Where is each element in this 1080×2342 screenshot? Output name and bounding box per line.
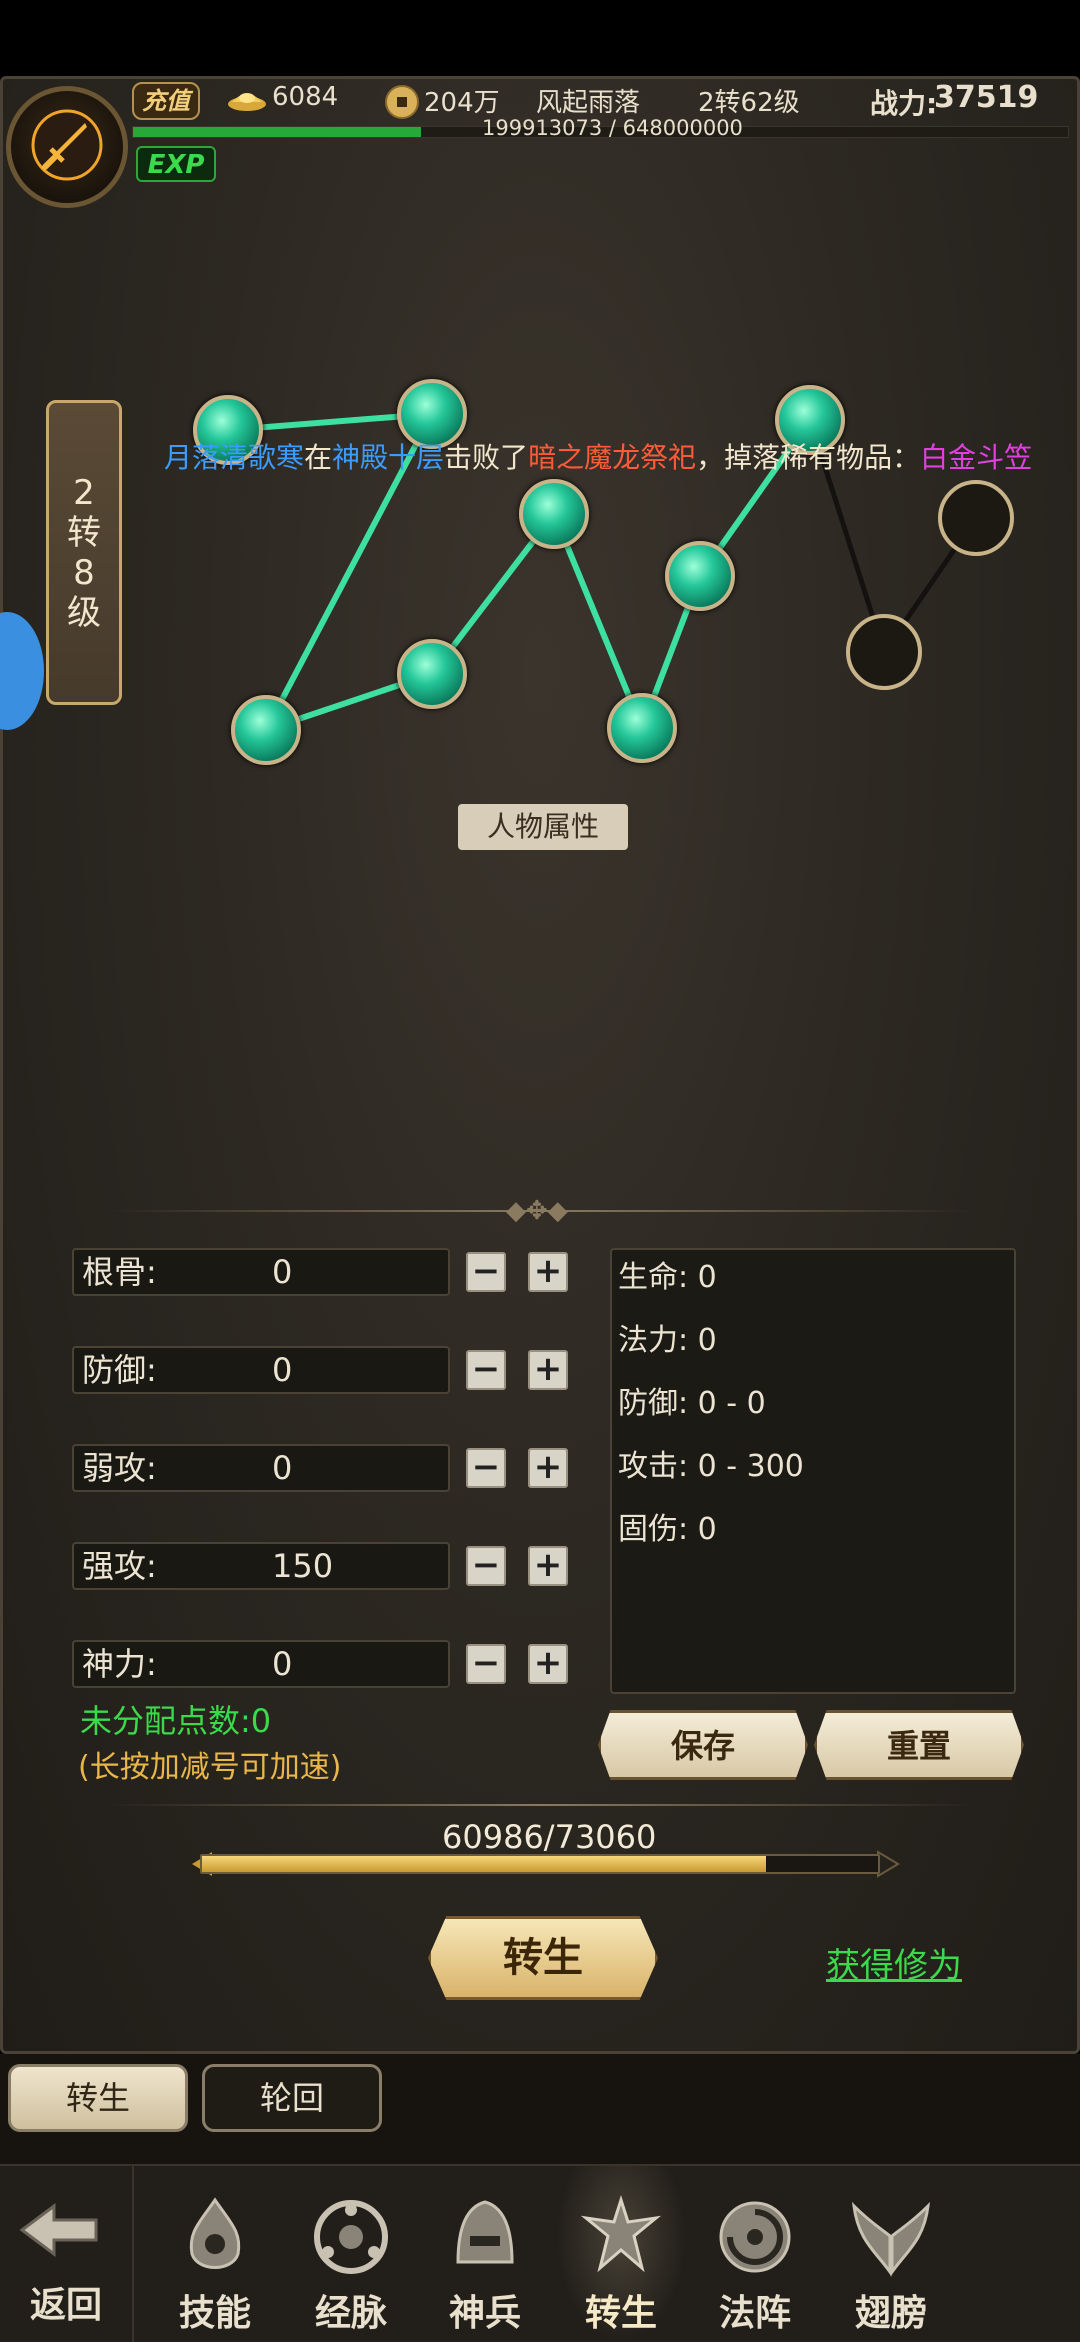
result-mp: 法力: 0 [618, 1323, 717, 1358]
stat-row: 弱攻: 0 − + [72, 1444, 568, 1492]
broadcast-marquee: 月落清歌寒在神殿十层击败了暗之魔龙祭祀，掉落稀有物品：白金斗笠 [164, 436, 1032, 476]
node-gem[interactable] [397, 639, 467, 709]
reset-button[interactable]: 重置 [814, 1710, 1024, 1780]
minus-button[interactable]: − [466, 1448, 506, 1488]
tab-reincarnation[interactable]: 轮回 [202, 2064, 382, 2132]
result-preview-box: 生命: 0 法力: 0 防御: 0 - 0 攻击: 0 - 300 固伤: 0 [610, 1248, 1016, 1694]
minus-button[interactable]: − [466, 1350, 506, 1390]
nav-item-rebirth[interactable]: 转生 [556, 2166, 686, 2342]
stat-value: 0 [272, 1449, 293, 1487]
plus-button[interactable]: + [528, 1252, 568, 1292]
unallocated-points: 未分配点数:0 [80, 1702, 272, 1740]
sub-tab-strip: 转生 轮回 [0, 2054, 1080, 2164]
marquee-segment: ，掉落稀有物品： [696, 441, 921, 474]
minus-button[interactable]: − [466, 1644, 506, 1684]
plus-button[interactable]: + [528, 1546, 568, 1586]
stat-row: 神力: 0 − + [72, 1640, 568, 1688]
stat-name: 弱攻: [82, 1449, 157, 1487]
result-fixed-damage: 固伤: 0 [618, 1512, 717, 1547]
nav-label: 转生 [584, 2293, 657, 2334]
result-defense: 防御: 0 - 0 [618, 1386, 766, 1421]
marquee-segment: 白金斗笠 [920, 441, 1033, 474]
character-attributes-button[interactable]: 人物属性 [458, 804, 628, 850]
cultivation-progress-bar [200, 1854, 880, 1874]
speedup-hint: (长按加减号可加速) [78, 1750, 342, 1785]
stat-name: 神力: [82, 1645, 157, 1683]
stat-name: 强攻: [82, 1547, 157, 1585]
divine-weapon-icon [440, 2192, 530, 2282]
minus-button[interactable]: − [466, 1546, 506, 1586]
marquee-segment: 月落清歌寒 [164, 441, 305, 474]
back-arrow-icon [14, 2196, 104, 2270]
node-slot-empty[interactable] [938, 480, 1014, 556]
node-gem[interactable] [519, 479, 589, 549]
stat-name: 防御: [82, 1351, 157, 1389]
bottom-nav: 返回 技能 经脉 神兵 转生 法阵 翅膀 [0, 2164, 1080, 2342]
skill-icon [170, 2192, 260, 2282]
nav-item-divine-weapon[interactable]: 神兵 [420, 2166, 550, 2342]
nav-label: 经脉 [314, 2293, 387, 2334]
marquee-segment: 暗之魔龙祭祀 [528, 441, 697, 474]
save-button[interactable]: 保存 [598, 1710, 808, 1780]
result-attack: 攻击: 0 - 300 [618, 1449, 804, 1484]
node-gem[interactable] [607, 693, 677, 763]
nav-label: 技能 [178, 2293, 251, 2334]
rebirth-button[interactable]: 转生 [428, 1916, 658, 2000]
stat-value: 150 [272, 1547, 334, 1585]
stat-name: 根骨: [82, 1253, 157, 1291]
minus-button[interactable]: − [466, 1252, 506, 1292]
plus-button[interactable]: + [528, 1350, 568, 1390]
plus-button[interactable]: + [528, 1448, 568, 1488]
divider [110, 1804, 972, 1806]
stat-value: 0 [272, 1351, 293, 1389]
nav-item-meridian[interactable]: 经脉 [286, 2166, 416, 2342]
marquee-segment: 神殿十层 [332, 441, 445, 474]
back-button[interactable]: 返回 [0, 2166, 134, 2342]
marquee-segment: 击败了 [444, 441, 529, 474]
node-slot-empty[interactable] [846, 614, 922, 690]
divider-ornament-icon: ◆✥◆ [506, 1196, 568, 1226]
tab-rebirth[interactable]: 转生 [8, 2064, 188, 2132]
nav-item-array[interactable]: 法阵 [690, 2166, 820, 2342]
gain-cultivation-link[interactable]: 获得修为 [826, 1938, 962, 1987]
stat-row: 根骨: 0 − + [72, 1248, 568, 1296]
stat-value: 0 [272, 1645, 293, 1683]
nav-item-skill[interactable]: 技能 [150, 2166, 280, 2342]
stat-row: 防御: 0 − + [72, 1346, 568, 1394]
marquee-segment: 在 [304, 441, 333, 474]
plus-button[interactable]: + [528, 1644, 568, 1684]
meridian-icon [306, 2192, 396, 2282]
stat-row: 强攻: 150 − + [72, 1542, 568, 1590]
constellation-lines [225, 411, 979, 733]
wings-icon [846, 2192, 936, 2282]
nav-item-wings[interactable]: 翅膀 [826, 2166, 956, 2342]
nav-label: 神兵 [448, 2293, 521, 2334]
stat-value: 0 [272, 1253, 293, 1291]
node-gem[interactable] [665, 541, 735, 611]
nav-label: 法阵 [718, 2293, 791, 2334]
cultivation-progress-fill [202, 1856, 767, 1872]
back-label: 返回 [29, 2285, 102, 2326]
node-gem[interactable] [231, 695, 301, 765]
nav-label: 翅膀 [854, 2293, 927, 2334]
array-icon [710, 2192, 800, 2282]
result-hp: 生命: 0 [618, 1260, 717, 1295]
rebirth-icon [576, 2192, 666, 2282]
